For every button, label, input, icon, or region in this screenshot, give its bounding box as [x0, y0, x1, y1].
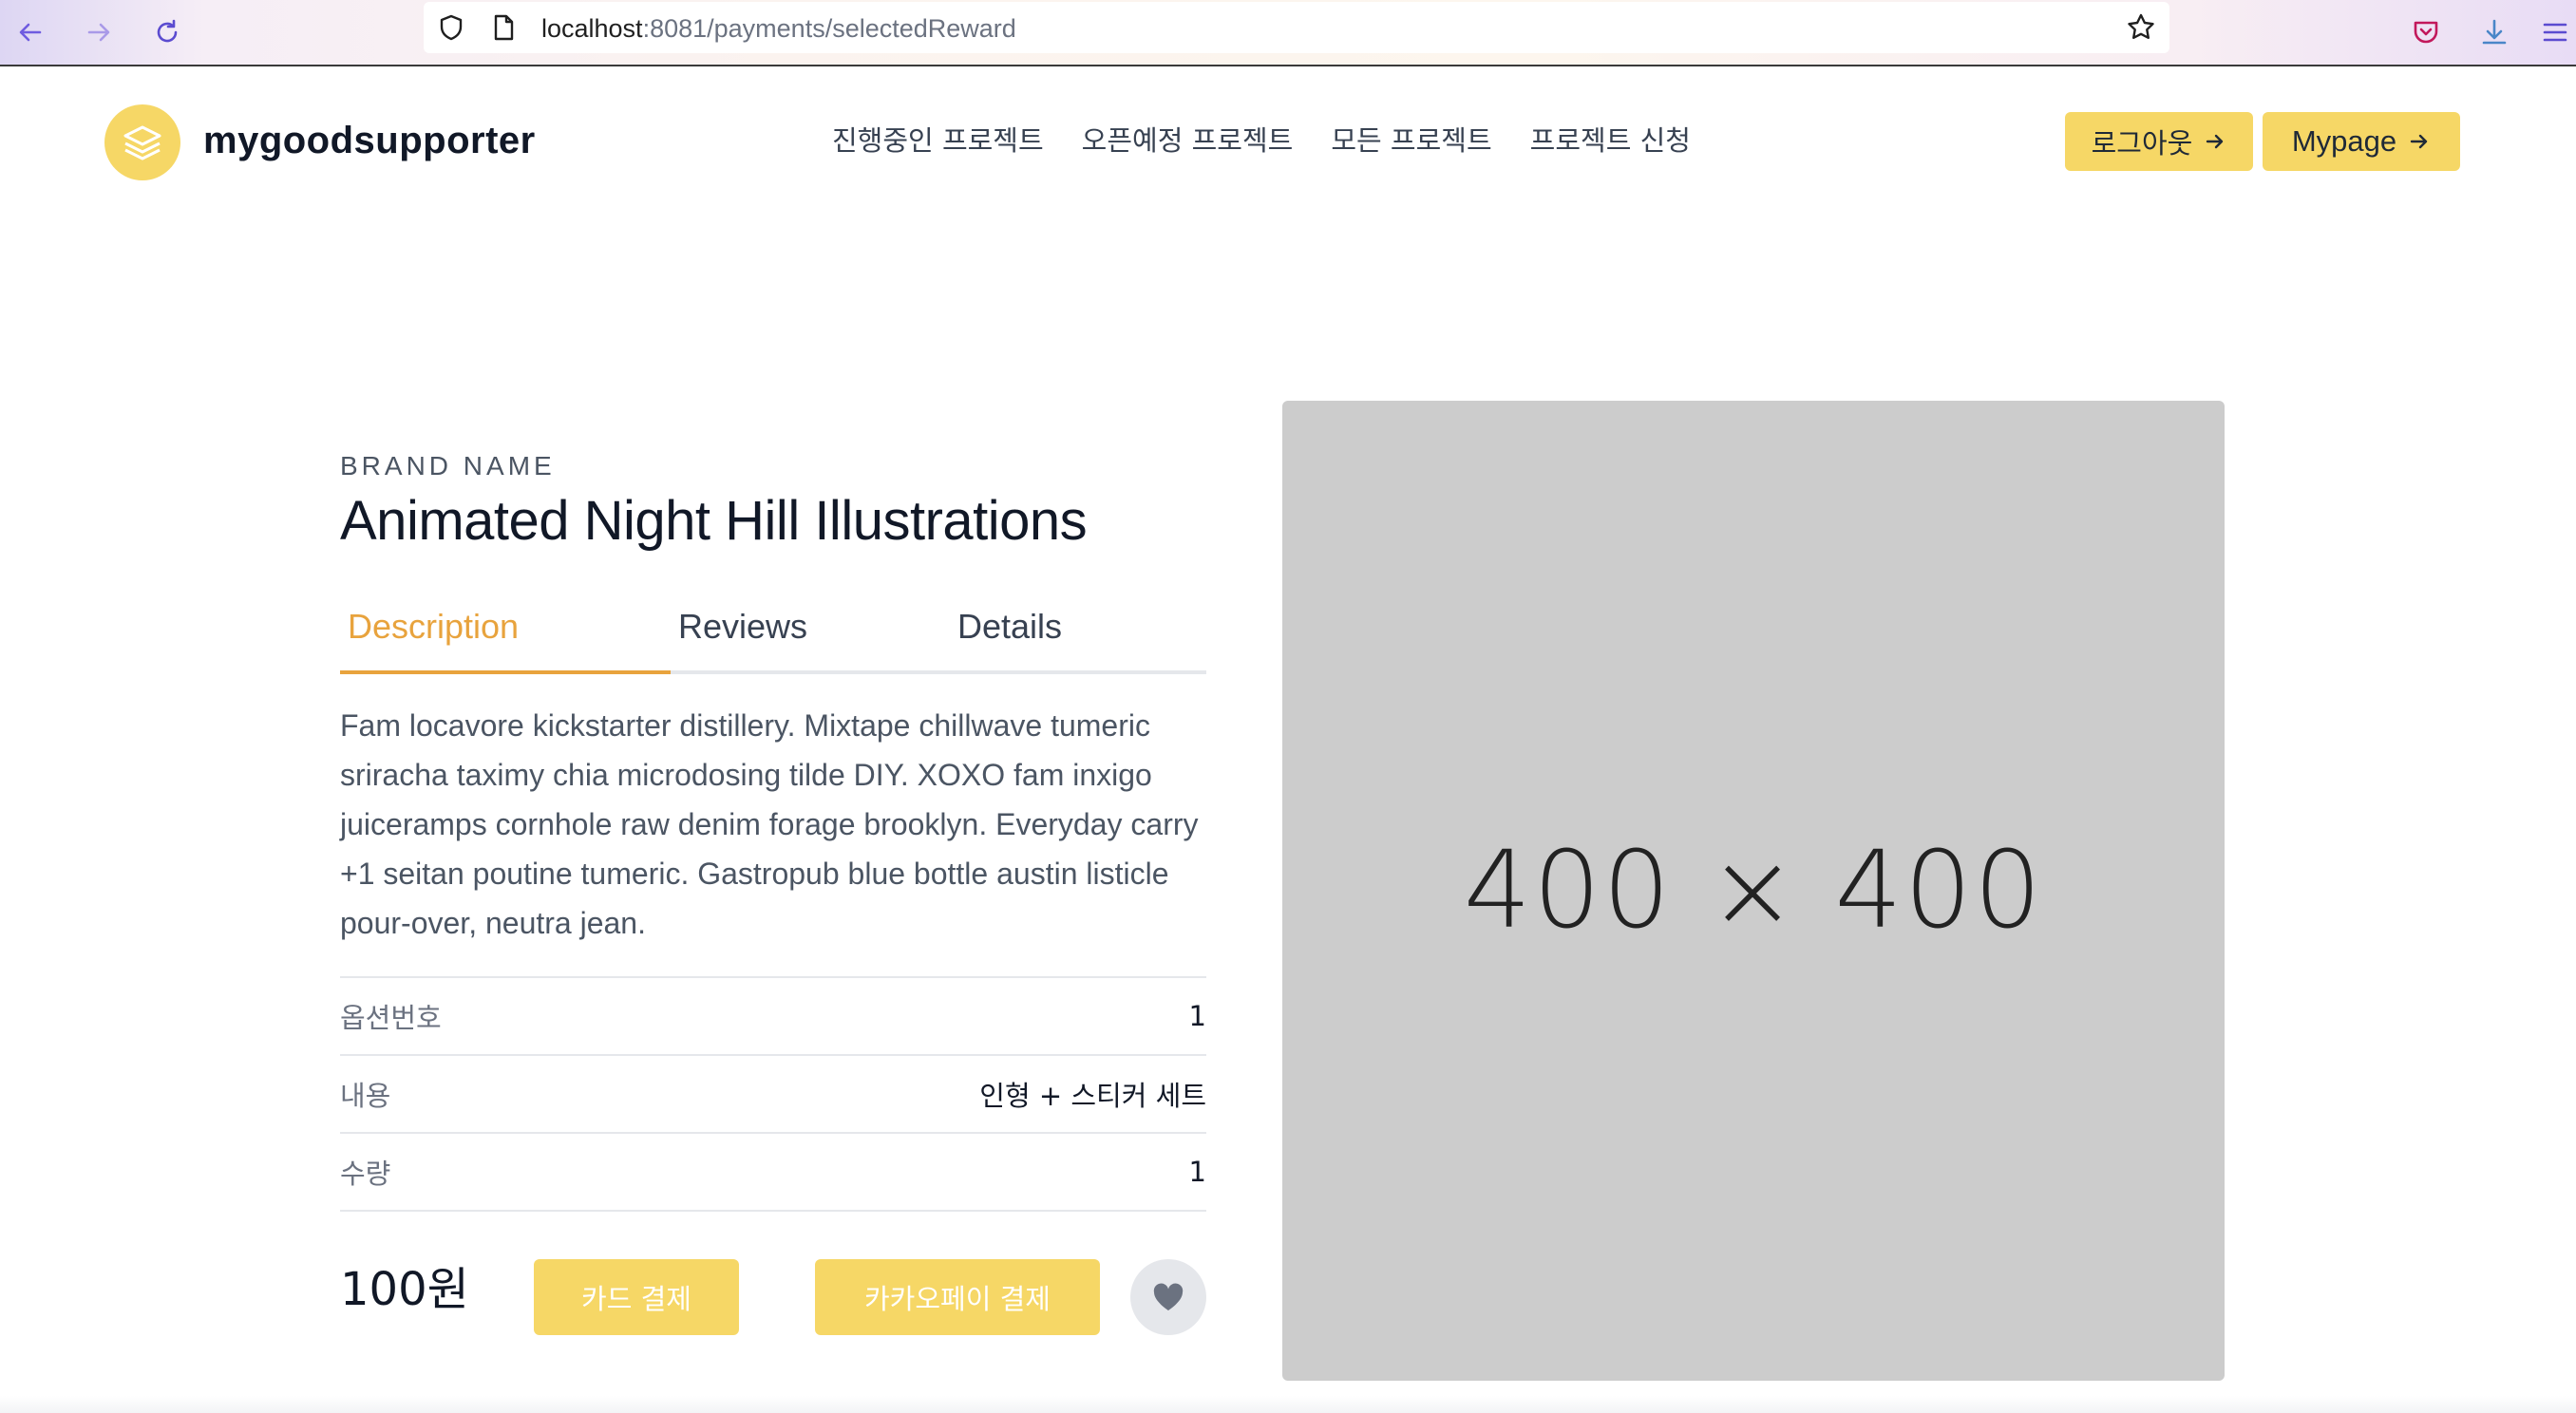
kakaopay-payment-button[interactable]: 카카오페이 결제 — [815, 1259, 1100, 1335]
mypage-button[interactable]: Mypage — [2263, 112, 2460, 171]
download-icon[interactable] — [2473, 11, 2515, 53]
tab-description[interactable]: Description — [340, 593, 671, 674]
nav-project-apply[interactable]: 프로젝트 신청 — [1530, 122, 1691, 160]
arrow-right-icon — [2207, 134, 2224, 149]
info-value: 1 — [1188, 1156, 1206, 1188]
nav-ongoing-projects[interactable]: 진행중인 프로젝트 — [832, 122, 1044, 160]
back-arrow-icon[interactable] — [8, 9, 53, 55]
forward-arrow-icon[interactable] — [76, 9, 122, 55]
info-label: 옵션번호 — [340, 1002, 442, 1034]
info-value: 1 — [1188, 1000, 1206, 1032]
info-value: 인형 + 스티커 세트 — [979, 1080, 1206, 1112]
product-image-placeholder: 400 × 400 — [1282, 401, 2225, 1381]
nav-all-projects[interactable]: 모든 프로젝트 — [1331, 122, 1491, 160]
info-label: 내용 — [340, 1080, 391, 1112]
product-title: Animated Night Hill Illustrations — [340, 490, 1088, 552]
main-nav: 진행중인 프로젝트 오픈예정 프로젝트 모든 프로젝트 프로젝트 신청 — [832, 122, 1691, 160]
product-description: Fam locavore kickstarter distillery. Mix… — [340, 708, 1199, 940]
tab-reviews[interactable]: Reviews — [678, 593, 868, 670]
browser-toolbar: localhost:8081/payments/selectedReward — [0, 0, 2576, 66]
pocket-icon[interactable] — [2405, 11, 2447, 53]
reward-info-table: 옵션번호 1 내용 인형 + 스티커 세트 수량 1 — [340, 976, 1206, 1212]
url-text[interactable]: localhost:8081/payments/selectedReward — [541, 13, 1016, 44]
url-bar[interactable]: localhost:8081/payments/selectedReward — [424, 2, 2169, 53]
brand-name: BRAND NAME — [340, 451, 556, 480]
price: 100원 — [340, 1263, 469, 1316]
site-brand[interactable]: mygoodsupporter — [203, 116, 536, 165]
site-header: mygoodsupporter 진행중인 프로젝트 오픈예정 프로젝트 모든 프… — [0, 66, 2576, 218]
menu-icon[interactable] — [2534, 11, 2576, 53]
info-row-content: 내용 인형 + 스티커 세트 — [340, 1054, 1206, 1132]
tab-details[interactable]: Details — [957, 593, 1147, 670]
logo-layers-icon[interactable] — [104, 104, 180, 180]
nav-upcoming-projects[interactable]: 오픈예정 프로젝트 — [1082, 122, 1294, 160]
mypage-label: Mypage — [2291, 124, 2397, 158]
info-row-option-number: 옵션번호 1 — [340, 976, 1206, 1054]
info-label: 수량 — [340, 1158, 391, 1190]
logout-button[interactable]: 로그아웃 — [2065, 112, 2253, 171]
info-row-quantity: 수량 1 — [340, 1132, 1206, 1212]
star-icon[interactable] — [2126, 12, 2156, 47]
page-bottom-edge — [0, 1396, 2576, 1413]
shield-icon[interactable] — [437, 13, 465, 47]
arrow-right-icon — [2410, 134, 2428, 149]
heart-icon[interactable] — [1130, 1259, 1206, 1335]
page-icon — [490, 13, 517, 47]
product-tabs: Description Reviews Details — [340, 593, 1206, 674]
card-payment-button[interactable]: 카드 결제 — [534, 1259, 739, 1335]
reload-icon[interactable] — [144, 9, 190, 55]
logout-label: 로그아웃 — [2091, 127, 2193, 160]
placeholder-dimensions: 400 × 400 — [1463, 829, 2044, 952]
